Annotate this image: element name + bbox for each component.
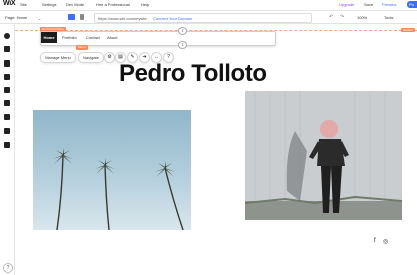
grid-icon[interactable] [4, 100, 10, 106]
menu-hire-professional[interactable]: Hire a Professional [96, 2, 130, 7]
nav-item-portfolio[interactable]: Portfolio [62, 32, 77, 43]
pages-icon[interactable] [4, 60, 10, 67]
save-button[interactable]: Save [364, 2, 373, 7]
theme-icon[interactable] [4, 74, 10, 80]
add-icon[interactable] [4, 33, 10, 39]
site-title: Pedro Tolloto [119, 60, 267, 87]
menu-tag: Menu [76, 45, 88, 50]
menu-site[interactable]: Site [20, 2, 27, 7]
header-tag: Header [401, 28, 415, 32]
menu-settings[interactable]: Settings [42, 2, 56, 7]
add-panel-strip [0, 24, 15, 275]
top-menu-bar: WiX Site Settings Dev Mode Hire a Profes… [0, 0, 417, 11]
chevron-down-icon: ⌄ [38, 16, 42, 21]
preview-button[interactable]: Preview [382, 2, 396, 7]
resize-handle-top-icon[interactable]: ⇕ [178, 27, 187, 35]
url-bar[interactable]: https://www.wix.com/mysite Connect Your … [94, 13, 312, 23]
resize-handle-bottom-icon[interactable]: ⇕ [178, 41, 187, 49]
apps-icon[interactable] [4, 87, 10, 93]
nav-item-about[interactable]: About [107, 32, 117, 43]
palm-trees-image[interactable] [33, 110, 191, 230]
nav-item-home[interactable]: Home [41, 32, 57, 43]
editor-toolbar: Page: Home ⌄ https://www.wix.com/mysite … [0, 11, 417, 24]
blog-icon[interactable] [4, 142, 10, 148]
help-center-icon[interactable]: ? [3, 263, 13, 273]
manage-menu-button[interactable]: Manage Menu [40, 52, 76, 63]
zoom-level[interactable]: 100% [357, 15, 367, 20]
portrait-image[interactable] [245, 91, 402, 220]
settings-icon[interactable]: ⚙ [104, 52, 115, 63]
desktop-view-icon[interactable] [68, 14, 75, 20]
menu-help[interactable]: Help [141, 2, 149, 7]
wix-logo: WiX [3, 0, 16, 7]
mobile-view-icon[interactable] [80, 14, 84, 20]
undo-icon[interactable]: ↶ [329, 14, 333, 20]
page-select[interactable]: Page: Home [5, 15, 27, 20]
connect-domain-link[interactable]: Connect Your Domain [153, 16, 192, 21]
redo-icon[interactable]: ↷ [340, 14, 344, 20]
menu-icon[interactable] [4, 46, 10, 52]
media-icon[interactable] [4, 128, 10, 134]
publish-button[interactable]: Pu [407, 1, 417, 8]
upgrade-button[interactable]: Upgrade [339, 2, 354, 7]
menu-dev-mode[interactable]: Dev Mode [66, 2, 84, 7]
facebook-icon[interactable]: f [374, 238, 376, 244]
instagram-icon[interactable]: ◎ [383, 238, 388, 245]
nav-item-contact[interactable]: Contact [86, 32, 100, 43]
tools-button[interactable]: Tools [384, 15, 393, 20]
business-icon[interactable] [4, 114, 10, 120]
site-url: https://www.wix.com/mysite [98, 16, 147, 21]
navigate-button[interactable]: Navigate [78, 52, 104, 63]
